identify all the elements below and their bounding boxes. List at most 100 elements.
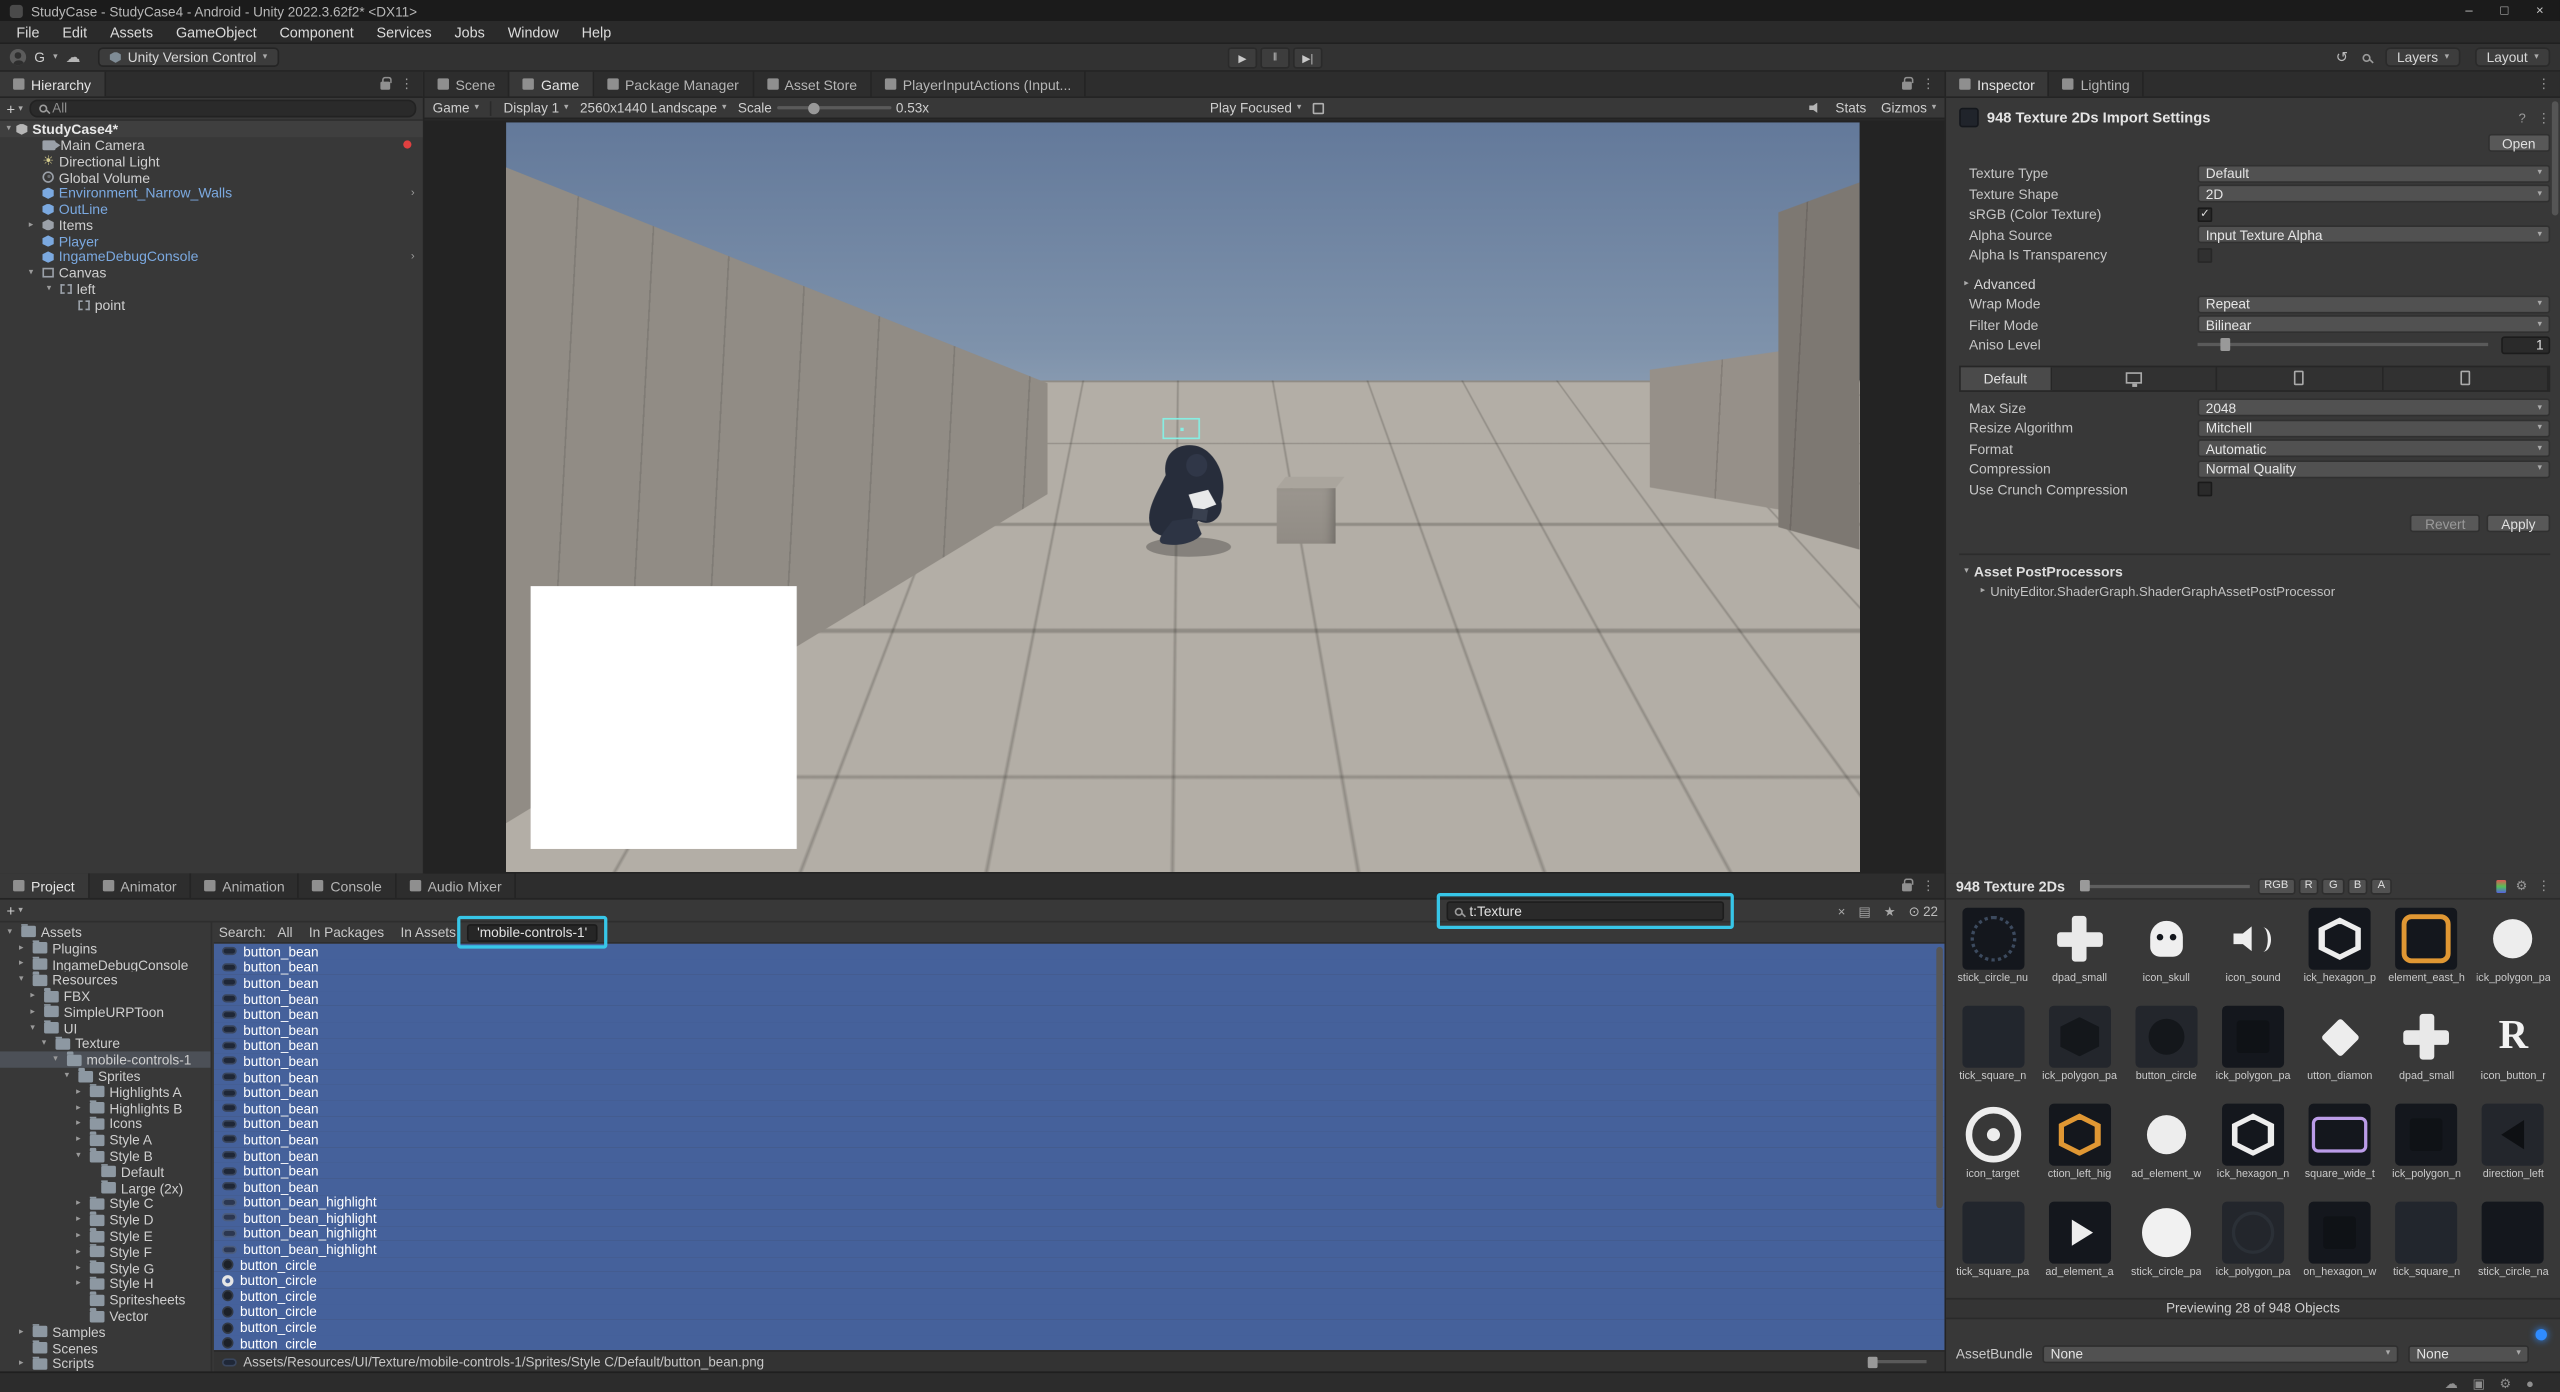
project-file-button-circle[interactable]: button_circle [214,1304,1945,1320]
preview-item-ick-hexagon-p[interactable]: ick_hexagon_p [2296,903,2383,1001]
channel-g-button[interactable]: G [2322,878,2344,894]
project-folder-ui[interactable]: ▾UI [0,1020,211,1036]
cloud-status-icon[interactable]: ☁ [2445,1376,2458,1391]
foldout-expanded-icon[interactable]: ▾ [49,1055,62,1065]
project-file-button-bean[interactable]: button_bean [214,1147,1945,1163]
notification-dot[interactable] [2536,1329,2547,1340]
project-file-button-bean[interactable]: button_bean [214,1053,1945,1069]
assetbundle-dropdown[interactable]: None ▾ [2042,1344,2398,1362]
tab-console[interactable]: Console [299,873,396,897]
project-folder-style-g[interactable]: ▸Style G [0,1260,211,1276]
type-filter-icon[interactable]: ▤ [1858,904,1870,919]
preview-item-button-circle[interactable]: button_circle [2123,1001,2210,1099]
alpha-is-transparency-checkbox[interactable] [2198,248,2213,263]
scope-in-assets[interactable]: In Assets [400,924,455,940]
project-file-button-bean[interactable]: button_bean [214,1116,1945,1132]
channel-a-button[interactable]: A [2371,878,2391,894]
project-filter-chip[interactable]: 'mobile-controls-1' [467,923,597,941]
hierarchy-item-outline[interactable]: OutLine [0,201,423,217]
foldout-collapsed-icon[interactable]: ▸ [72,1279,85,1289]
foldout-collapsed-icon[interactable]: ▸ [72,1247,85,1257]
hierarchy-item-point[interactable]: point [0,297,423,313]
foldout-collapsed-icon[interactable]: ▸ [72,1263,85,1273]
preview-item-ad-element-a[interactable]: ad_element_a [2036,1197,2123,1295]
apply-button[interactable]: Apply [2487,514,2551,532]
tab-lighting[interactable]: Lighting [2050,72,2145,96]
hierarchy-item-global-volume[interactable]: Global Volume [0,169,423,185]
project-folder-large-2x[interactable]: Large (2x) [0,1180,211,1196]
hierarchy-item-main-camera[interactable]: Main Camera [0,137,423,153]
slider-thumb[interactable] [1868,1356,1878,1367]
scope-in-packages[interactable]: In Packages [309,924,384,940]
project-file-button-bean[interactable]: button_bean [214,1085,1945,1101]
undo-history-icon[interactable]: ↺ [2336,48,2348,66]
project-folder-resources[interactable]: ▾Resources [0,972,211,988]
settings-gear-icon[interactable]: ⚙ [2516,878,2528,893]
tab-audio-mixer[interactable]: Audio Mixer [397,873,517,897]
foldout-expanded-icon[interactable]: ▾ [72,1151,85,1161]
preview-item-icon-sound[interactable]: icon_sound [2210,903,2297,1001]
project-folder-fbx[interactable]: ▸FBX [0,988,211,1004]
foldout-collapsed-icon[interactable]: ▸ [26,1007,39,1017]
preview-zoom-slider[interactable] [2080,884,2250,887]
foldout-collapsed-icon[interactable]: ▸ [72,1135,85,1145]
resolution-dropdown[interactable]: 2560x1440 Landscape ▾ [580,100,727,116]
preview-item-icon-button-r[interactable]: icon_button_r [2470,1001,2557,1099]
project-file-button-bean[interactable]: button_bean [214,1069,1945,1085]
preview-item-ad-element-w[interactable]: ad_element_w [2123,1099,2210,1197]
use-crunch-compression-checkbox[interactable] [2198,482,2213,497]
foldout-collapsed-icon[interactable]: ▸ [1959,279,1974,289]
project-folder-highlights-b[interactable]: ▸Highlights B [0,1100,211,1116]
hierarchy-item-ingamedebugconsole[interactable]: IngameDebugConsole› [0,249,423,265]
kebab-menu-icon[interactable]: ⋮ [2537,878,2550,893]
foldout-collapsed-icon[interactable]: ▸ [72,1087,85,1097]
revert-button[interactable]: Revert [2410,514,2480,532]
layers-dropdown[interactable]: Layers ▾ [2386,47,2461,67]
hierarchy-item-environment-narrow-walls[interactable]: Environment_Narrow_Walls› [0,185,423,201]
project-file-button-bean-highlight[interactable]: button_bean_highlight [214,1194,1945,1210]
maximize-button[interactable]: □ [2500,3,2508,18]
project-folder-ingamedebugconsole[interactable]: ▸IngameDebugConsole [0,956,211,972]
preview-item-ick-polygon-pa[interactable]: ick_polygon_pa [2210,1001,2297,1099]
texture-shape-dropdown[interactable]: 2D▾ [2198,185,2551,203]
project-file-button-bean-highlight[interactable]: button_bean_highlight [214,1210,1945,1226]
foldout-collapsed-icon[interactable]: ▸ [15,1359,28,1369]
prefab-chevron-icon[interactable]: › [411,187,415,198]
play-focused-dropdown[interactable]: Play Focused ▾ [1210,100,1302,116]
preview-item-tick-square-n[interactable]: tick_square_n [2383,1197,2470,1295]
project-folder-spritesheets[interactable]: Spritesheets [0,1292,211,1308]
alpha-source-dropdown[interactable]: Input Texture Alpha▾ [2198,226,2551,244]
foldout-collapsed-icon[interactable]: ▸ [24,220,37,230]
activity-status-icon[interactable]: ● [2526,1376,2534,1391]
lock-icon[interactable] [380,82,390,90]
tab-hierarchy[interactable]: Hierarchy [0,72,106,96]
foldout-expanded-icon[interactable]: ▾ [24,268,37,278]
hierarchy-item-player[interactable]: Player [0,233,423,249]
preview-item-ick-hexagon-n[interactable]: ick_hexagon_n [2210,1099,2297,1197]
project-file-button-circle[interactable]: button_circle [214,1288,1945,1304]
preview-item-ick-polygon-n[interactable]: ick_polygon_n [2383,1099,2470,1197]
foldout-expanded-icon[interactable]: ▾ [60,1071,73,1081]
tab-package-manager[interactable]: Package Manager [594,72,754,96]
menu-file[interactable]: File [5,24,51,40]
project-file-button-bean[interactable]: button_bean [214,1022,1945,1038]
preview-item-direction-left[interactable]: direction_left [2470,1099,2557,1197]
tab-scene[interactable]: Scene [424,72,510,96]
menu-help[interactable]: Help [570,24,622,40]
project-folder-simpleurptoon[interactable]: ▸SimpleURPToon [0,1004,211,1020]
resize-algorithm-dropdown[interactable]: Mitchell▾ [2198,419,2551,437]
platform-tab-default[interactable]: Default [1961,367,2052,390]
foldout-collapsed-icon[interactable]: ▸ [15,1327,28,1337]
prefab-chevron-icon[interactable]: › [411,251,415,262]
slider-thumb[interactable] [2080,880,2090,891]
tab-animator[interactable]: Animator [89,873,191,897]
project-folder-style-e[interactable]: ▸Style E [0,1228,211,1244]
account-initial[interactable]: G [34,49,45,65]
project-folder-default[interactable]: Default [0,1164,211,1180]
tab-project[interactable]: Project [0,873,89,897]
preview-item-icon-target[interactable]: icon_target [1949,1099,2036,1197]
menu-services[interactable]: Services [365,24,443,40]
foldout-expanded-icon[interactable]: ▾ [38,1039,51,1049]
project-file-button-bean[interactable]: button_bean [214,1163,1945,1179]
srgb-color-texture-checkbox[interactable]: ✓ [2198,207,2213,222]
